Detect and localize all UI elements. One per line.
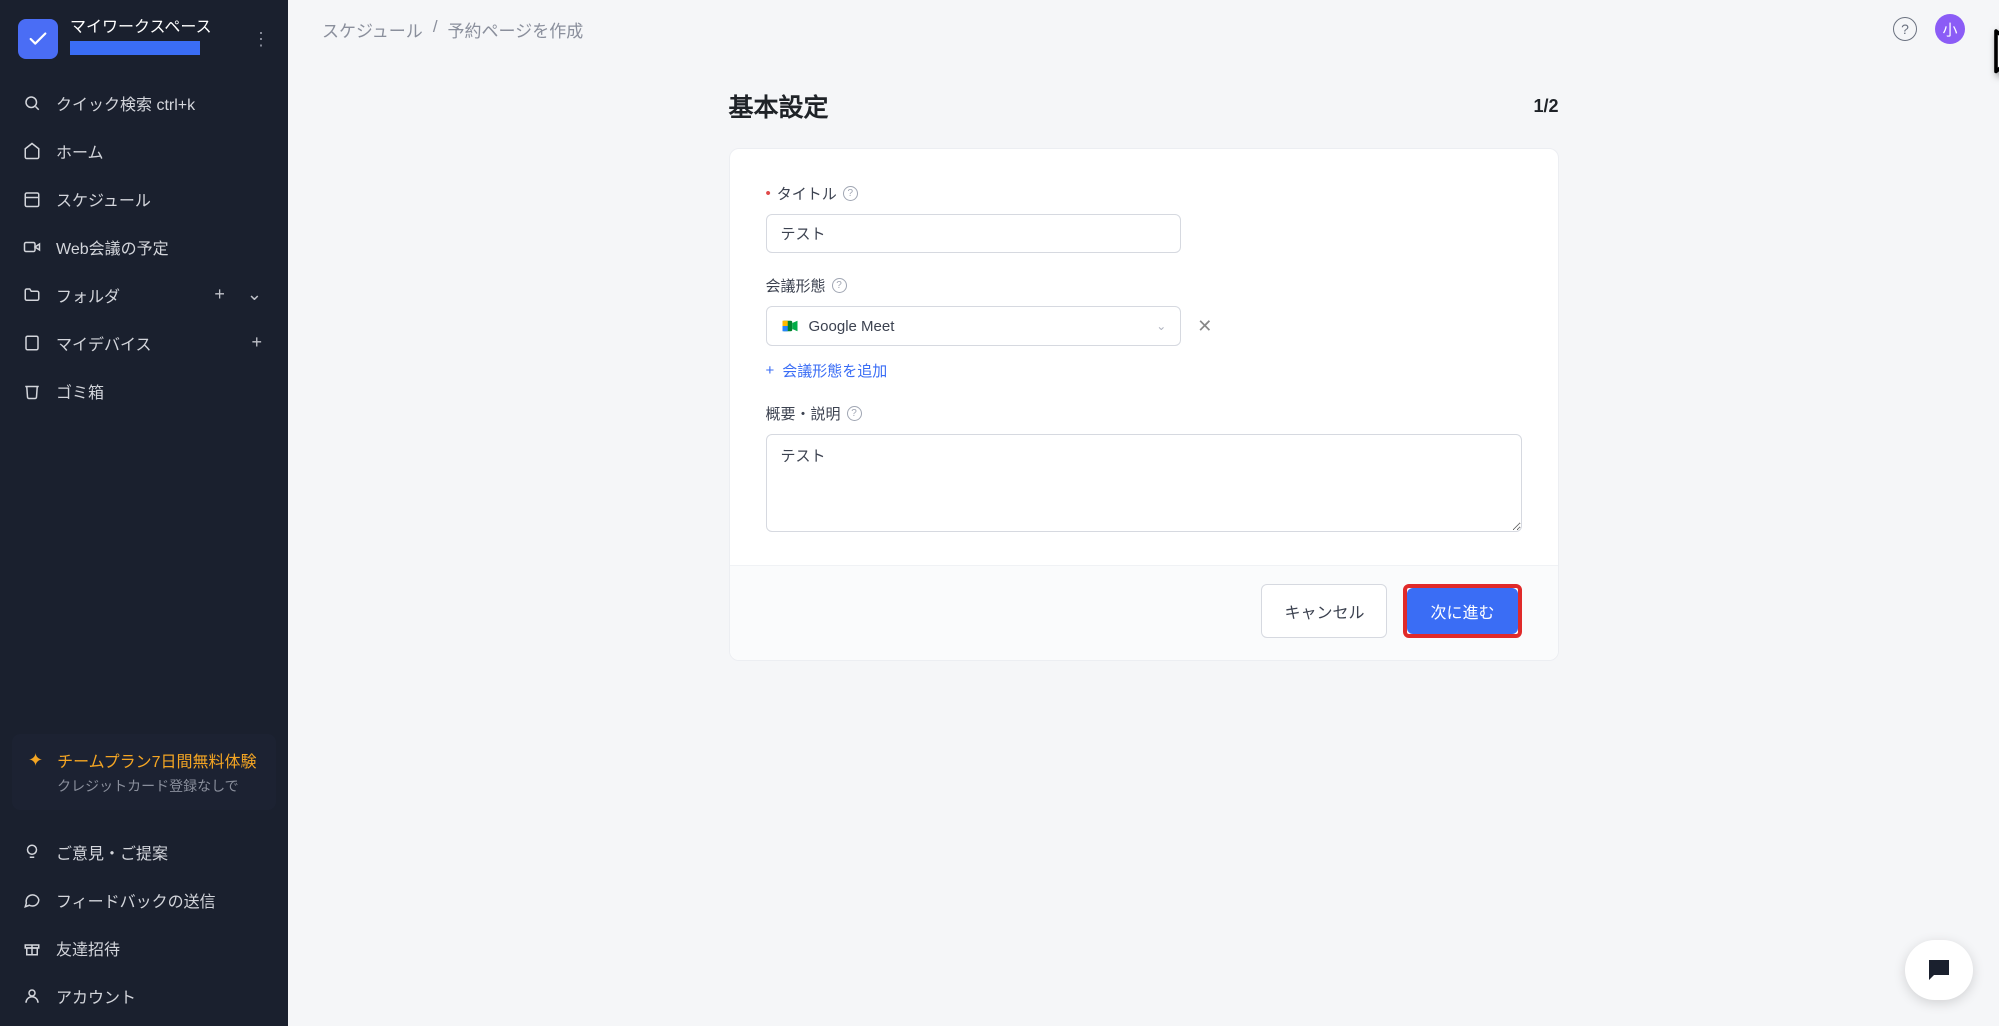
card-footer: キャンセル 次に進む (730, 565, 1558, 660)
remove-meeting-button[interactable]: ✕ (1197, 316, 1212, 337)
topbar: スケジュール / 予約ページを作成 ? 小 (288, 0, 1999, 58)
google-meet-icon (781, 317, 799, 335)
description-label: 概要・説明 (766, 403, 841, 424)
user-icon (22, 986, 42, 1006)
trial-title: チームプラン7日間無料体験 (57, 748, 256, 772)
sidebar-item-label: フィードバックの送信 (56, 888, 216, 912)
trial-subtitle: クレジットカード登録なしで (57, 776, 256, 796)
page-title: 基本設定 (729, 88, 829, 124)
next-button-highlight: 次に進む (1403, 584, 1521, 638)
chat-icon (22, 890, 42, 910)
workspace-selection-highlight (70, 41, 200, 55)
required-mark: • (766, 185, 771, 202)
breadcrumb-current: 予約ページを作成 (448, 17, 584, 42)
title-input[interactable] (766, 214, 1182, 253)
sidebar-item-web-meetings[interactable]: Web会議の予定 (0, 223, 288, 271)
sidebar-item-my-devices[interactable]: マイデバイス + (0, 319, 288, 367)
sidebar-item-trash[interactable]: ゴミ箱 (0, 367, 288, 415)
content: 基本設定 1/2 • タイトル ? 会議形態 ? (288, 58, 1999, 1026)
meeting-type-select[interactable]: Google Meet ⌄ (766, 306, 1182, 346)
sidebar-item-schedule[interactable]: スケジュール (0, 175, 288, 223)
hint-icon[interactable]: ? (832, 278, 847, 293)
sidebar-item-label: マイデバイス (56, 331, 233, 355)
meeting-type-value: Google Meet (809, 318, 895, 335)
plus-icon: + (766, 362, 775, 379)
sidebar-item-folders[interactable]: フォルダ + ⌄ (0, 271, 288, 319)
cancel-button[interactable]: キャンセル (1261, 584, 1387, 638)
title-label: タイトル (777, 183, 837, 204)
sidebar-item-account[interactable]: アカウント (0, 972, 288, 1020)
chat-widget-button[interactable] (1905, 940, 1973, 1000)
nav-primary: クイック検索 ctrl+k ホーム スケジュール Web会議の予定 フォルダ +… (0, 73, 288, 421)
sidebar: マイワークスペース ⋮ クイック検索 ctrl+k ホーム スケジュール Web… (0, 0, 288, 1026)
sidebar-item-label: スケジュール (56, 187, 151, 211)
sidebar-item-label: クイック検索 ctrl+k (56, 91, 195, 115)
sidebar-item-label: 友達招待 (56, 936, 120, 960)
nav-footer: ご意見・ご提案 フィードバックの送信 友達招待 アカウント (0, 822, 288, 1026)
breadcrumb-parent[interactable]: スケジュール (322, 17, 423, 42)
trash-icon (22, 381, 42, 401)
chevron-down-icon: ⌄ (1156, 319, 1166, 333)
device-icon (22, 333, 42, 353)
workspace-header[interactable]: マイワークスペース ⋮ (0, 0, 288, 73)
add-meeting-label: 会議形態を追加 (782, 360, 887, 381)
add-device-icon[interactable]: + (247, 332, 266, 353)
sidebar-item-home[interactable]: ホーム (0, 127, 288, 175)
breadcrumb: スケジュール / 予約ページを作成 (322, 17, 583, 42)
next-button[interactable]: 次に進む (1407, 588, 1517, 634)
description-textarea[interactable] (766, 434, 1522, 532)
sidebar-item-label: ホーム (56, 139, 104, 163)
add-meeting-button[interactable]: + 会議形態を追加 (766, 360, 888, 381)
breadcrumb-sep: / (433, 17, 438, 42)
field-title: • タイトル ? (766, 183, 1522, 253)
avatar[interactable]: 小 (1935, 14, 1965, 44)
sidebar-item-quick-search[interactable]: クイック検索 ctrl+k (0, 79, 288, 127)
field-meeting-type: 会議形態 ? Google Meet ⌄ (766, 275, 1522, 381)
gift-icon (22, 938, 42, 958)
help-icon[interactable]: ? (1893, 17, 1917, 41)
hint-icon[interactable]: ? (847, 406, 862, 421)
sidebar-item-label: アカウント (56, 984, 136, 1008)
meeting-type-label: 会議形態 (766, 275, 826, 296)
search-icon (22, 93, 42, 113)
add-folder-icon[interactable]: + (210, 284, 229, 305)
calendar-icon (22, 189, 42, 209)
sidebar-item-feedback[interactable]: ご意見・ご提案 (0, 828, 288, 876)
workspace-title: マイワークスペース (70, 18, 252, 39)
chat-bubble-icon (1924, 955, 1954, 985)
trial-card[interactable]: ✦ チームプラン7日間無料体験 クレジットカード登録なしで (12, 734, 276, 810)
workspace-menu-icon[interactable]: ⋮ (252, 30, 270, 48)
hint-icon[interactable]: ? (843, 186, 858, 201)
sparkle-icon: ✦ (28, 750, 43, 771)
chevron-down-icon[interactable]: ⌄ (243, 284, 266, 305)
sidebar-item-label: フォルダ (56, 283, 196, 307)
video-icon (22, 237, 42, 257)
home-icon (22, 141, 42, 161)
sidebar-item-label: ゴミ箱 (56, 379, 104, 403)
sidebar-item-send-feedback[interactable]: フィードバックの送信 (0, 876, 288, 924)
sidebar-item-label: Web会議の予定 (56, 235, 169, 259)
cursor-pointer-icon (1969, 58, 1999, 117)
lightbulb-icon (22, 842, 42, 862)
folder-icon (22, 285, 42, 305)
page-step: 1/2 (1533, 96, 1558, 117)
workspace-logo-icon (18, 19, 58, 59)
field-description: 概要・説明 ? (766, 403, 1522, 537)
sidebar-item-label: ご意見・ご提案 (56, 840, 168, 864)
sidebar-item-invite[interactable]: 友達招待 (0, 924, 288, 972)
main: スケジュール / 予約ページを作成 ? 小 基本設定 1/2 • タイトル ? (288, 0, 1999, 1026)
form-card: • タイトル ? 会議形態 ? (729, 148, 1559, 661)
